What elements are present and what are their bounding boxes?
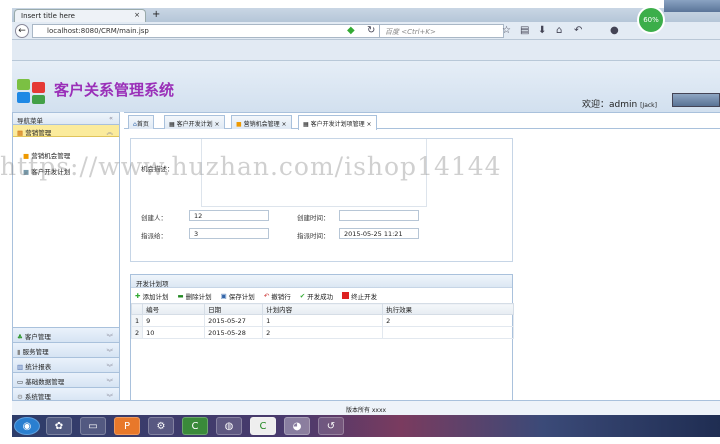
add-plan-button[interactable]: ✚ 添加计划 [135, 291, 168, 301]
plan-items-table: 编号 日期 计划内容 执行效果 1 9 2015-05-27 1 2 2 10 2015-05-2… [130, 303, 514, 339]
table-row[interactable]: 1 9 2015-05-27 1 2 [130, 314, 514, 327]
creator-input[interactable]: 12 [189, 210, 269, 221]
creator-label: 创建人： [141, 214, 167, 222]
tab-dev-plan[interactable]: ▦ 客户开发计划 × [164, 115, 225, 129]
delete-icon: ▬ [177, 291, 184, 300]
home-icon[interactable]: ⌂ [556, 25, 562, 36]
chat-icon[interactable]: ● [610, 25, 619, 36]
assign-time-label: 指派时间： [297, 232, 330, 240]
taskbar-app-icon[interactable]: ↺ [318, 417, 344, 435]
undo-row-button[interactable]: ↶ 撤销行 [263, 291, 291, 301]
col-content[interactable]: 计划内容 [262, 303, 384, 315]
terminate-dev-button[interactable]: 终止开发 [342, 291, 377, 301]
save-icon: ▣ [220, 291, 227, 300]
delete-plan-button[interactable]: ▬ 删除计划 [177, 291, 211, 301]
sidebar-section-basic-data[interactable]: ▭ 基础数据管理 ︾ [13, 372, 119, 387]
download-icon[interactable]: ⬇ [538, 25, 546, 36]
sidebar-header: 导航菜单 « [13, 113, 119, 125]
net-speed-widget: 60% [637, 6, 665, 34]
taskbar-app-icon[interactable]: ✿ [46, 417, 72, 435]
col-id[interactable]: 编号 [142, 303, 206, 315]
header-buttons[interactable] [672, 93, 720, 107]
sidebar-section-reports[interactable]: ▥ 统计报表 ︾ [13, 357, 119, 372]
table-row[interactable]: 2 10 2015-05-28 2 [130, 326, 514, 339]
window-controls[interactable] [664, 0, 720, 12]
browser-tab[interactable]: Insert title here × [14, 9, 146, 22]
close-tab-icon[interactable]: × [134, 11, 140, 19]
created-time-label: 创建时间： [297, 214, 330, 222]
start-button[interactable]: ◉ [14, 417, 40, 435]
collapse-icon[interactable]: « [109, 114, 113, 122]
firefox-icon[interactable]: ◕ [284, 417, 310, 435]
browser-tab-bar: Insert title here × + 60% [12, 0, 720, 34]
created-time-input[interactable] [339, 210, 419, 221]
assign-time-input[interactable]: 2015-05-25 11:21 [339, 228, 419, 239]
reload-icon[interactable]: ↻ [367, 25, 375, 36]
sidebar-section-service[interactable]: ▮ 服务管理 ︾ [13, 342, 119, 357]
check-icon: ✔ [299, 291, 306, 300]
taskbar: ◉ ✿ ▭ P ⚙ C ◍ C ◕ ↺ [12, 415, 720, 437]
content-tabs: ⌂首页 ▦ 客户开发计划 × ■ 营销机会管理 × ▦ 客户开发计划项管理 × [124, 115, 720, 130]
table-header: 编号 日期 计划内容 执行效果 [130, 303, 514, 315]
sidebar-section-marketing[interactable]: ▦ 营销管理 ︽ [13, 125, 119, 137]
back-button[interactable]: ← [15, 24, 29, 38]
chrome-icon[interactable]: ◍ [216, 417, 242, 435]
welcome-text: 欢迎：admin [Jack] [582, 100, 657, 110]
logo-icon [17, 79, 45, 104]
sidebar-section-customer[interactable]: ♣ 客户管理 ︾ [13, 327, 119, 342]
navigation-bar: ← localhost:8080/CRM/main.jsp ◆ ↻ 百度 <Ct… [12, 22, 720, 40]
settings-app-icon[interactable]: ⚙ [148, 417, 174, 435]
tab-opportunity[interactable]: ■ 营销机会管理 × [231, 115, 292, 129]
reading-list-icon[interactable]: ▤ [520, 25, 529, 36]
camtasia-recorder-icon[interactable]: C [250, 417, 276, 435]
footer: 版本所有 xxxx [12, 400, 720, 415]
save-plan-button[interactable]: ▣ 保存计划 [220, 291, 255, 301]
search-input[interactable]: 百度 <Ctrl+K> [379, 24, 504, 38]
plan-panel-title: 开发计划项 [131, 275, 512, 288]
assignee-input[interactable]: 3 [189, 228, 269, 239]
watermark: https://www.huzhan.com/ishop14144 [0, 152, 502, 181]
bookmark-star-icon[interactable]: ☆ [502, 25, 511, 36]
dev-success-button[interactable]: ✔ 开发成功 [299, 291, 333, 301]
app-title: 客户关系管理系统 [54, 81, 175, 99]
chevron-up-icon: ︽ [106, 128, 114, 136]
col-date[interactable]: 日期 [204, 303, 264, 315]
app-header: 客户关系管理系统 欢迎：admin [Jack] [12, 60, 720, 112]
add-icon: ✚ [135, 291, 141, 300]
plan-toolbar: ✚ 添加计划 ▬ 删除计划 ▣ 保存计划 ↶ 撤销行 ✔ 开发成功 终止开发 [131, 288, 512, 303]
undo-icon: ↶ [263, 291, 270, 300]
stop-icon [342, 292, 350, 299]
new-tab-button[interactable]: + [152, 9, 160, 20]
plan-items-panel: 开发计划项 ✚ 添加计划 ▬ 删除计划 ▣ 保存计划 ↶ 撤销行 ✔ 开发成功 终止开发 … [130, 274, 514, 410]
bookmarks-bar [12, 40, 720, 60]
tab-home[interactable]: ⌂首页 [128, 115, 154, 129]
undo-icon[interactable]: ↶ [574, 25, 582, 36]
camtasia-icon[interactable]: C [182, 417, 208, 435]
col-result[interactable]: 执行效果 [382, 303, 514, 315]
shield-icon: ◆ [347, 25, 355, 36]
tab-title: Insert title here [21, 12, 75, 20]
tab-plan-items[interactable]: ▦ 客户开发计划项管理 × [298, 115, 377, 130]
assignee-label: 指派给： [141, 232, 167, 240]
presentation-icon[interactable]: P [114, 417, 140, 435]
folder-icon[interactable]: ▭ [80, 417, 106, 435]
